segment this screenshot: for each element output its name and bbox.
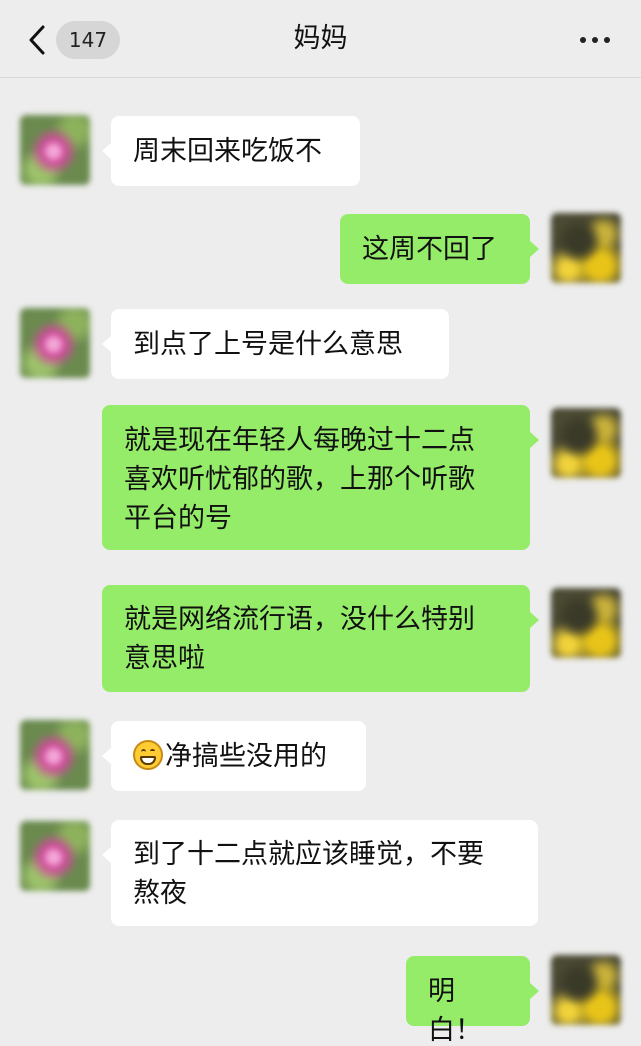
message-bubble[interactable]: 明白！ <box>406 956 539 1046</box>
message-line: 平台的号 <box>124 503 232 534</box>
message-row: 这周不回了 <box>0 213 641 285</box>
back-button[interactable] <box>22 20 52 60</box>
message-bubble[interactable]: 周末回来吃饭不 <box>102 116 360 186</box>
grin-emoji-icon <box>133 740 163 770</box>
message-bubble[interactable]: 到了十二点就应该睡觉，不要 熬夜 <box>102 820 538 926</box>
message-text: 到点了上号是什么意思 <box>133 329 403 360</box>
contact-avatar[interactable] <box>20 115 90 185</box>
message-row: 到了十二点就应该睡觉，不要 熬夜 <box>0 818 641 926</box>
message-bubble[interactable]: 就是现在年轻人每晚过十二点 喜欢听忧郁的歌，上那个听歌 平台的号 <box>102 405 539 550</box>
chevron-left-icon <box>29 25 45 55</box>
my-avatar[interactable] <box>551 955 621 1025</box>
contact-avatar[interactable] <box>20 308 90 378</box>
message-row: 就是网络流行语，没什么特别 意思啦 <box>0 585 641 692</box>
message-row: 周末回来吃饭不 <box>0 115 641 187</box>
message-line: 就是网络流行语，没什么特别 <box>124 604 475 635</box>
message-line: 喜欢听忧郁的歌，上那个听歌 <box>124 464 475 495</box>
my-avatar[interactable] <box>551 588 621 658</box>
contact-avatar[interactable] <box>20 821 90 891</box>
message-row: 明白！ <box>0 955 641 1046</box>
unread-count-badge[interactable]: 147 <box>56 21 120 59</box>
my-avatar[interactable] <box>551 408 621 478</box>
message-bubble[interactable]: 就是网络流行语，没什么特别 意思啦 <box>102 585 539 692</box>
message-row: 净搞些没用的 <box>0 720 641 792</box>
message-text: 周末回来吃饭不 <box>133 136 322 167</box>
message-text: 净搞些没用的 <box>165 741 327 772</box>
message-bubble[interactable]: 到点了上号是什么意思 <box>102 309 449 379</box>
message-line: 熬夜 <box>133 878 187 909</box>
message-row: 到点了上号是什么意思 <box>0 308 641 380</box>
message-text: 这周不回了 <box>362 234 497 265</box>
message-line: 意思啦 <box>124 643 205 674</box>
my-avatar[interactable] <box>551 213 621 283</box>
chat-header: 147 妈妈 <box>0 0 641 78</box>
message-bubble[interactable]: 这周不回了 <box>340 214 539 284</box>
contact-avatar[interactable] <box>20 720 90 790</box>
more-horizontal-icon <box>580 37 586 43</box>
message-text: 明白！ <box>428 976 482 1046</box>
more-button[interactable] <box>577 26 613 54</box>
message-line: 就是现在年轻人每晚过十二点 <box>124 425 475 456</box>
message-bubble[interactable]: 净搞些没用的 <box>102 721 366 791</box>
message-row: 就是现在年轻人每晚过十二点 喜欢听忧郁的歌，上那个听歌 平台的号 <box>0 405 641 550</box>
message-line: 到了十二点就应该睡觉，不要 <box>133 839 484 870</box>
